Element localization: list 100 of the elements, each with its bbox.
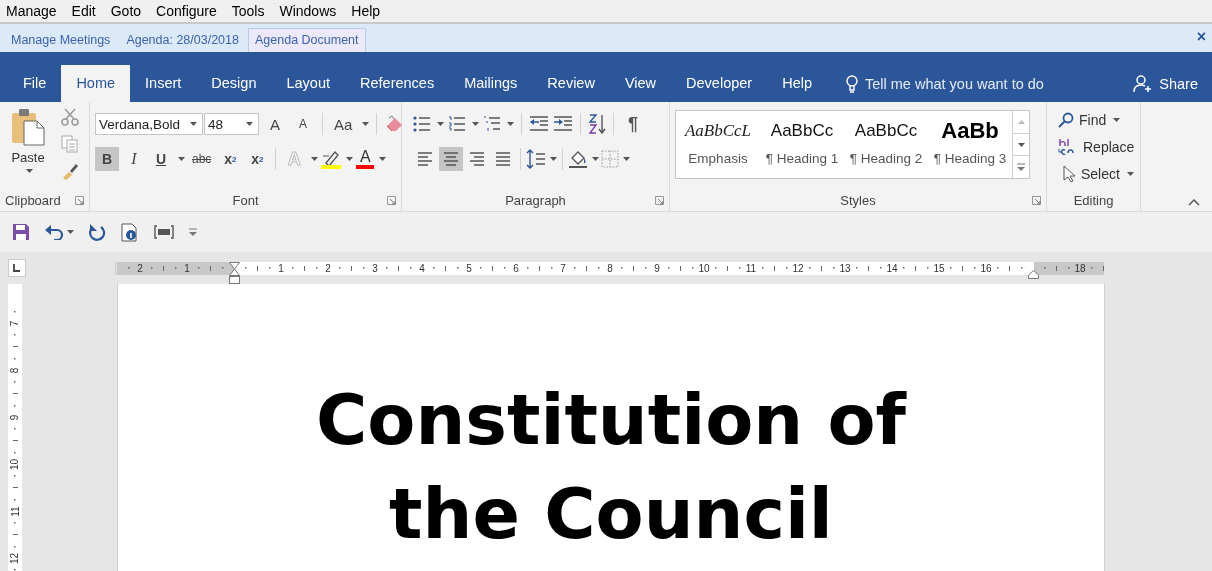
document-info-icon[interactable] <box>120 222 140 242</box>
caret-icon[interactable] <box>592 157 599 161</box>
caret-icon[interactable] <box>362 122 370 126</box>
caret-icon <box>246 122 253 126</box>
show-marks-button[interactable]: ¶ <box>621 112 645 136</box>
font-name-field[interactable]: Verdana,Bold <box>95 113 203 135</box>
style-preview[interactable]: AaBbCcL <box>684 117 752 145</box>
eraser-icon[interactable] <box>384 115 405 133</box>
style-name[interactable]: ¶ Heading 1 <box>765 151 839 166</box>
menu-item[interactable]: Manage <box>6 2 57 20</box>
caret-icon[interactable] <box>550 157 557 161</box>
ribbon-tab[interactable]: View <box>609 65 672 102</box>
dialog-launcher-icon[interactable] <box>387 196 396 205</box>
search-icon[interactable] <box>1058 112 1074 128</box>
style-name[interactable]: ¶ Heading 2 <box>849 151 923 166</box>
ruler-number: 10 <box>698 262 710 274</box>
find-button[interactable]: Find <box>1079 112 1107 128</box>
font-size-field[interactable]: 48 <box>204 113 259 135</box>
change-case-button[interactable]: Aa <box>330 112 357 136</box>
style-name[interactable]: Emphasis <box>688 151 748 166</box>
caret-icon[interactable] <box>623 157 630 161</box>
paint-bucket-icon[interactable] <box>568 149 588 169</box>
caret-icon[interactable] <box>346 157 354 161</box>
menu-item[interactable]: Edit <box>71 2 96 20</box>
dialog-launcher-icon[interactable] <box>1032 196 1041 205</box>
ribbon-tab[interactable]: Insert <box>130 65 197 102</box>
document-tab[interactable]: Agenda: 28/03/2018 <box>119 28 246 52</box>
decrease-indent-icon[interactable] <box>529 116 549 132</box>
scroll-down-icon[interactable] <box>1017 142 1025 147</box>
strikethrough-button[interactable]: abc <box>188 147 216 171</box>
caret-icon[interactable] <box>472 122 479 126</box>
numbered-list-icon[interactable] <box>448 116 466 132</box>
grow-font-button[interactable]: A <box>263 112 287 136</box>
select-button[interactable]: Select <box>1081 166 1120 182</box>
document-heading: Constitution of the Council <box>315 378 908 557</box>
tell-me-field[interactable]: Tell me what you want to do <box>865 75 1080 92</box>
menu-item[interactable]: Goto <box>110 2 142 20</box>
italic-button[interactable]: I <box>122 147 146 171</box>
ribbon-tab[interactable]: References <box>345 65 450 102</box>
close-button[interactable]: × <box>1196 28 1206 46</box>
undo-icon[interactable] <box>44 224 64 240</box>
ribbon-tab[interactable]: Developer <box>671 65 768 102</box>
save-icon[interactable] <box>12 223 30 241</box>
caret-icon[interactable] <box>178 157 185 161</box>
document-tab[interactable]: Agenda Document <box>248 28 366 52</box>
ribbon-tab[interactable]: Home <box>61 65 131 102</box>
ribbon-tab[interactable]: Help <box>767 65 827 102</box>
style-name[interactable]: ¶ Heading 3 <box>933 151 1007 166</box>
menu-item[interactable]: Help <box>351 2 381 20</box>
caret-icon[interactable] <box>1126 172 1134 176</box>
document-tab[interactable]: Manage Meetings <box>4 28 118 52</box>
underline-button[interactable]: U <box>149 147 173 171</box>
tab-stop-icon[interactable] <box>8 259 26 277</box>
highlighter-icon[interactable] <box>321 149 342 169</box>
share-person-icon[interactable] <box>1133 74 1154 93</box>
more-styles-icon[interactable] <box>1016 162 1026 173</box>
multilevel-list-icon[interactable] <box>483 116 501 132</box>
dialog-launcher-icon[interactable] <box>655 196 664 205</box>
dialog-launcher-icon[interactable] <box>75 196 84 205</box>
menu-item[interactable]: Tools <box>231 2 265 20</box>
paste-icon[interactable] <box>11 108 45 146</box>
ribbon-tab[interactable]: Layout <box>271 65 345 102</box>
lightbulb-icon[interactable] <box>845 74 859 93</box>
ribbon-tab[interactable]: Review <box>532 65 610 102</box>
align-center-icon[interactable] <box>439 147 463 171</box>
ribbon-tab[interactable]: Mailings <box>449 65 533 102</box>
superscript-button[interactable]: x$^{2}$ <box>245 147 270 171</box>
menu-item[interactable]: Windows <box>279 2 337 20</box>
ribbon-tab[interactable]: Design <box>196 65 272 102</box>
caret-icon[interactable] <box>1113 118 1121 122</box>
caret-icon[interactable] <box>379 157 387 161</box>
caret-icon[interactable] <box>507 122 514 126</box>
caret-icon[interactable] <box>25 169 33 173</box>
style-preview[interactable]: AaBb <box>941 117 999 145</box>
style-preview[interactable]: AaBbCc <box>770 117 834 145</box>
customize-icon[interactable] <box>188 227 198 237</box>
line-spacing-icon[interactable] <box>526 149 546 169</box>
paste-button[interactable]: Paste <box>11 150 45 165</box>
brush-icon[interactable] <box>61 162 79 180</box>
share-button[interactable]: Share <box>1159 75 1198 92</box>
scissors-icon[interactable] <box>61 108 79 126</box>
shrink-font-button[interactable]: A <box>291 112 315 136</box>
font-color-button[interactable]: A <box>360 149 371 165</box>
redo-icon[interactable] <box>88 223 106 241</box>
right-indent-marker-icon[interactable] <box>1027 269 1039 279</box>
sort-icon[interactable] <box>588 114 606 134</box>
style-preview[interactable]: AaBbCc <box>854 117 918 145</box>
caret-icon[interactable] <box>437 122 444 126</box>
caret-icon[interactable] <box>67 230 74 234</box>
cursor-icon[interactable] <box>1062 165 1076 183</box>
bullet-list-icon[interactable] <box>413 116 431 132</box>
bold-button[interactable]: B <box>95 147 119 171</box>
increase-indent-icon[interactable] <box>553 116 573 132</box>
collapse-ribbon-icon[interactable] <box>1188 198 1200 206</box>
indent-marker-icon[interactable] <box>228 262 240 284</box>
menu-item[interactable]: Configure <box>156 2 217 20</box>
ribbon-tab[interactable]: File <box>8 65 62 102</box>
caret-icon[interactable] <box>311 157 319 161</box>
bracket-icon[interactable] <box>154 225 174 239</box>
replace-button[interactable]: Replace <box>1083 139 1135 155</box>
